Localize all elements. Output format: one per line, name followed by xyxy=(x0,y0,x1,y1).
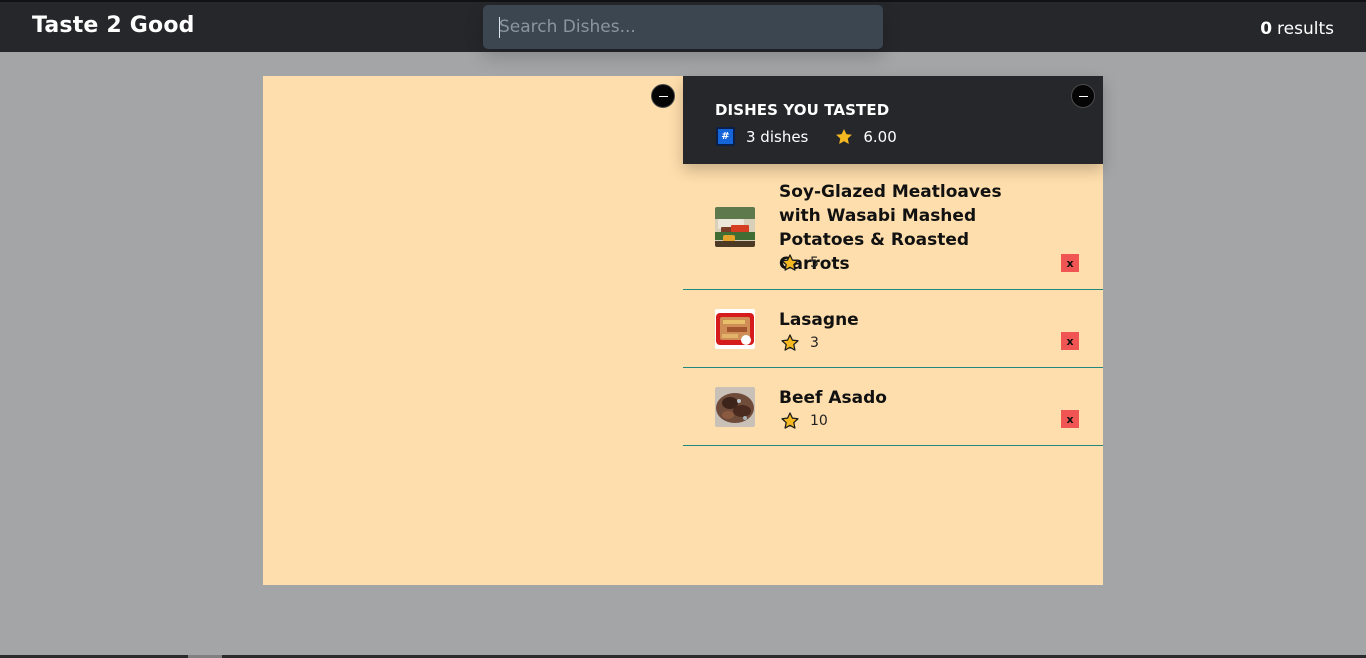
left-panel xyxy=(263,76,683,585)
list-item: Lasagne 3 x xyxy=(683,290,1103,368)
results-count: 0 xyxy=(1260,19,1273,39)
dish-rating: 10 xyxy=(780,411,828,431)
dish-name: Lasagne xyxy=(779,310,859,330)
dish-rating-value: 3 xyxy=(810,335,819,351)
star-outline-icon xyxy=(780,411,800,431)
remove-dish-button[interactable]: x xyxy=(1061,254,1079,272)
collapse-tasted-panel-button[interactable] xyxy=(1071,84,1095,108)
meatloaf-thumbnail xyxy=(715,207,755,247)
dish-rating-value: 10 xyxy=(810,413,828,429)
results-summary: 0 results xyxy=(1260,19,1334,39)
minus-icon xyxy=(1078,95,1088,97)
dish-rating-value: 5 xyxy=(810,255,819,271)
hash-icon: # xyxy=(716,127,735,146)
average-rating: 6.00 xyxy=(863,127,897,146)
collapse-left-panel-button[interactable] xyxy=(651,84,675,108)
dish-rating: 5 xyxy=(780,253,819,273)
list-item: Soy-Glazed Meatloaves with Wasabi Mashed… xyxy=(683,164,1103,290)
dish-count: 3 dishes xyxy=(746,127,809,146)
dish-list: Soy-Glazed Meatloaves with Wasabi Mashed… xyxy=(683,164,1103,446)
text-cursor xyxy=(499,17,500,38)
top-navbar: Taste 2 Good 0results xyxy=(0,0,1366,52)
results-label: results xyxy=(1277,19,1334,39)
tasted-title: DISHES YOU TASTED xyxy=(715,101,890,119)
star-outline-icon xyxy=(780,333,800,353)
list-item: Beef Asado 10 x xyxy=(683,368,1103,446)
search-box[interactable] xyxy=(483,5,883,49)
brand-title[interactable]: Taste 2 Good xyxy=(32,13,195,38)
dish-name: Beef Asado xyxy=(779,388,887,408)
beef-asado-thumbnail xyxy=(715,387,755,427)
tasted-panel: DISHES YOU TASTED # 3 dishes 6.00 Soy-Gl… xyxy=(683,76,1103,585)
search-input[interactable] xyxy=(483,5,883,49)
gold-star-icon xyxy=(835,128,853,146)
dish-rating: 3 xyxy=(780,333,819,353)
tasted-header: DISHES YOU TASTED # 3 dishes 6.00 xyxy=(683,76,1103,164)
remove-dish-button[interactable]: x xyxy=(1061,410,1079,428)
star-outline-icon xyxy=(780,253,800,273)
remove-dish-button[interactable]: x xyxy=(1061,332,1079,350)
tasted-stats: # 3 dishes 6.00 xyxy=(716,127,897,146)
lasagne-thumbnail xyxy=(715,309,755,349)
minus-icon xyxy=(658,95,668,97)
